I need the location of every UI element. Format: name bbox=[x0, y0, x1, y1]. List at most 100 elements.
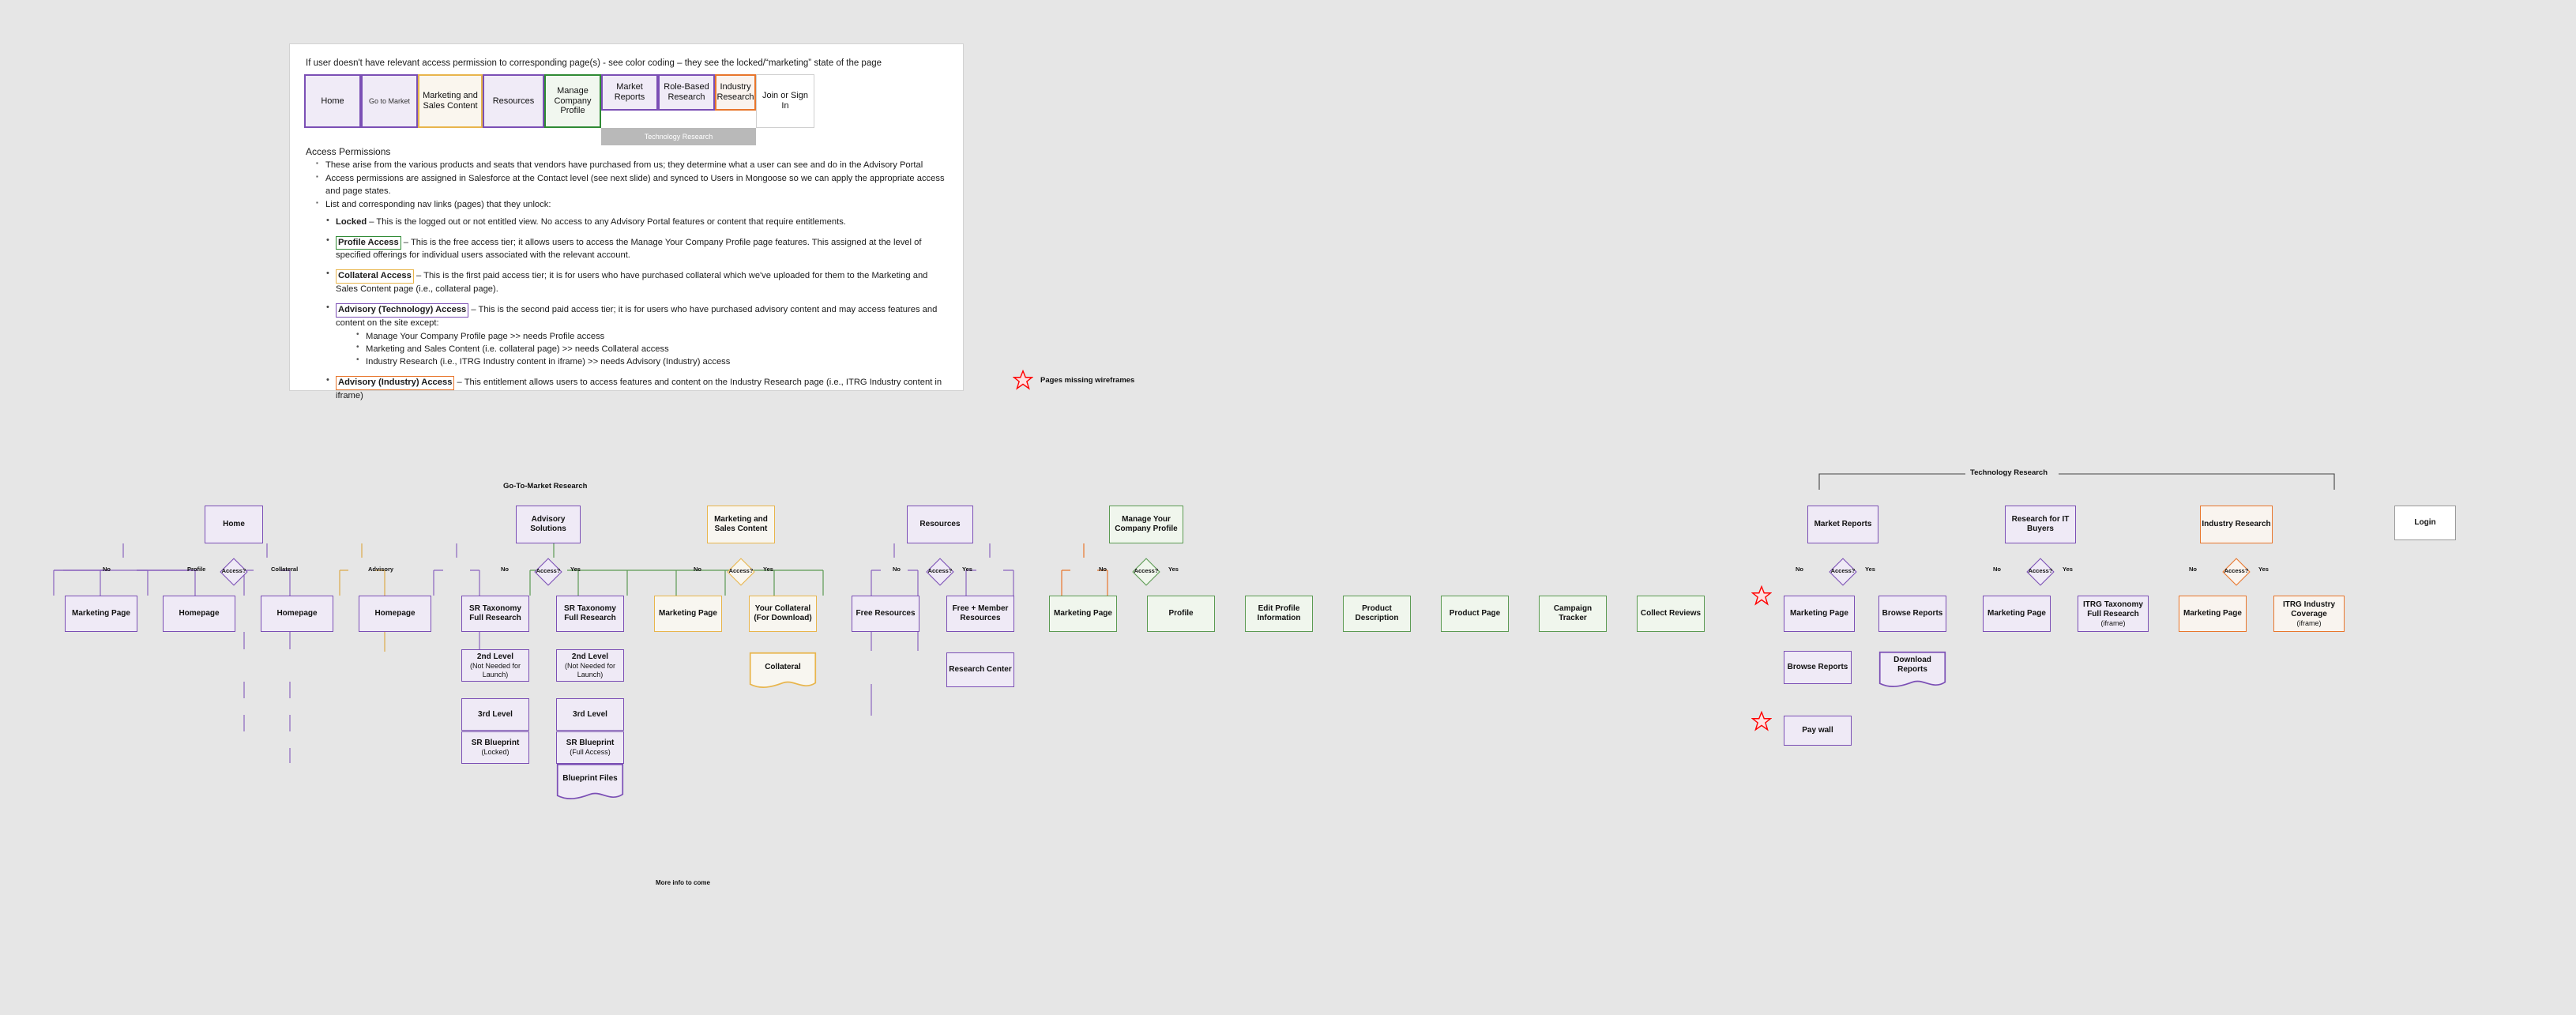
node-label: 2nd Level bbox=[571, 652, 609, 661]
tier-desc: – This is the first paid access tier; it… bbox=[336, 271, 928, 295]
nav-label: Industry Research bbox=[716, 82, 754, 102]
node-sublabel: (Not Needed for Launch) bbox=[564, 661, 616, 679]
nav-item-industry-research[interactable]: Industry Research bbox=[715, 74, 756, 111]
nav-item-marketing-and-sales-content[interactable]: Marketing and Sales Content bbox=[418, 74, 483, 128]
tier-tag-profile-access: Profile Access bbox=[336, 235, 401, 250]
list-item-collateral-access: Collateral Access – This is the first pa… bbox=[326, 268, 947, 296]
decision-label: Access? bbox=[728, 566, 754, 574]
decision-it-buyers-access[interactable]: Access? bbox=[2026, 558, 2055, 586]
decision-company-profile-access[interactable]: Access? bbox=[1132, 558, 1160, 586]
node-home-homepage-profile[interactable]: Homepage bbox=[163, 596, 235, 632]
node-label: Marketing Page bbox=[659, 609, 717, 618]
node-home-homepage-advisory[interactable]: Homepage bbox=[359, 596, 431, 632]
node-label: Edit Profile Information bbox=[1257, 604, 1301, 622]
node-sr-taxonomy-full-research-no[interactable]: SR Taxonomy Full Research bbox=[461, 596, 529, 632]
node-manage-your-company-profile[interactable]: Manage Your Company Profile bbox=[1109, 506, 1183, 543]
list-item-advisory-industry-access: Advisory (Industry) Access – This entitl… bbox=[326, 374, 947, 403]
node-gtm-2nd-level-full[interactable]: 2nd Level (Not Needed for Launch) bbox=[556, 649, 624, 682]
node-mr-browse-reports-yes[interactable]: Browse Reports bbox=[1878, 596, 1946, 632]
node-free-resources[interactable]: Free Resources bbox=[852, 596, 919, 632]
node-label: 2nd Level bbox=[476, 652, 514, 661]
nav-item-role-based-research[interactable]: Role-Based Research bbox=[658, 74, 715, 111]
decision-label: Access? bbox=[2028, 566, 2053, 574]
node-blueprint-files[interactable]: Blueprint Files bbox=[556, 763, 624, 801]
edge-label-resources-yes: Yes bbox=[962, 566, 972, 573]
node-label: Marketing Page bbox=[2183, 609, 2242, 618]
decision-market-reports-access[interactable]: Access? bbox=[1829, 558, 1857, 586]
node-label: Marketing Page bbox=[1987, 609, 2046, 618]
node-sr-blueprint-full-access[interactable]: SR Blueprint (Full Access) bbox=[556, 731, 624, 764]
node-gtm-3rd-level-full[interactable]: 3rd Level bbox=[556, 698, 624, 731]
node-mcp-marketing-page[interactable]: Marketing Page bbox=[1049, 596, 1117, 632]
list-item: Manage Your Company Profile page >> need… bbox=[356, 329, 947, 344]
technology-research-bracket bbox=[1818, 473, 2335, 490]
node-ind-marketing-page[interactable]: Marketing Page bbox=[2179, 596, 2247, 632]
node-sublabel: (Locked) bbox=[481, 748, 510, 757]
nav-label: Market Reports bbox=[614, 82, 645, 102]
node-sr-taxonomy-full-research-yes[interactable]: SR Taxonomy Full Research bbox=[556, 596, 624, 632]
node-label: Advisory Solutions bbox=[530, 515, 566, 533]
nav-item-manage-company-profile[interactable]: Manage Company Profile bbox=[544, 74, 601, 128]
nav-label: Role-Based Research bbox=[664, 82, 709, 102]
node-home-homepage-collateral[interactable]: Homepage bbox=[261, 596, 333, 632]
access-tier-list: Locked – This is the logged out or not e… bbox=[326, 215, 947, 403]
node-collect-reviews[interactable]: Collect Reviews bbox=[1637, 596, 1705, 632]
decision-marketing-sales-content-access[interactable]: Access? bbox=[727, 558, 755, 586]
nav-item-market-reports[interactable]: Market Reports bbox=[601, 74, 658, 111]
edge-label-home-no: No bbox=[103, 566, 111, 573]
node-msc-marketing-page[interactable]: Marketing Page bbox=[654, 596, 722, 632]
node-marketing-and-sales-content[interactable]: Marketing and Sales Content bbox=[707, 506, 775, 543]
node-download-reports[interactable]: Download Reports bbox=[1878, 651, 1946, 687]
nav-item-home[interactable]: Home bbox=[304, 74, 361, 128]
nav-item-go-to-market[interactable]: Go to Market bbox=[361, 74, 418, 128]
edge-label-mr-no: No bbox=[1796, 566, 1803, 573]
slide-intro-text: If user doesn't have relevant access per… bbox=[306, 58, 882, 68]
node-research-center[interactable]: Research Center bbox=[946, 652, 1014, 687]
node-label: Research for IT Buyers bbox=[2011, 515, 2070, 533]
nav-item-resources[interactable]: Resources bbox=[483, 74, 544, 128]
node-label: Homepage bbox=[276, 609, 318, 618]
node-itb-marketing-page[interactable]: Marketing Page bbox=[1983, 596, 2051, 632]
star-icon-pay-wall-missing-wireframe bbox=[1751, 711, 1772, 731]
nav-label: Join or Sign In bbox=[762, 91, 809, 111]
list-item: Industry Research (i.e., ITRG Industry c… bbox=[356, 355, 947, 369]
node-market-reports[interactable]: Market Reports bbox=[1807, 506, 1878, 543]
node-edit-profile-information[interactable]: Edit Profile Information bbox=[1245, 596, 1313, 632]
decision-industry-research-access[interactable]: Access? bbox=[2222, 558, 2251, 586]
advisory-exceptions-list: Manage Your Company Profile page >> need… bbox=[356, 329, 947, 369]
node-login[interactable]: Login bbox=[2394, 506, 2456, 540]
decision-gtm-access[interactable]: Access? bbox=[534, 558, 562, 586]
star-icon bbox=[1013, 370, 1033, 390]
node-product-description[interactable]: Product Description bbox=[1343, 596, 1411, 632]
node-pay-wall[interactable]: Pay wall bbox=[1784, 716, 1852, 746]
decision-home-access[interactable]: Access? bbox=[220, 558, 248, 586]
node-label: SR Blueprint bbox=[566, 739, 615, 748]
node-sr-blueprint-locked[interactable]: SR Blueprint (Locked) bbox=[461, 731, 529, 764]
node-resources[interactable]: Resources bbox=[907, 506, 973, 543]
node-industry-research[interactable]: Industry Research bbox=[2200, 506, 2273, 543]
node-home-marketing-page[interactable]: Marketing Page bbox=[65, 596, 137, 632]
decision-label: Access? bbox=[536, 566, 561, 574]
access-permissions-heading: Access Permissions bbox=[306, 146, 391, 157]
node-gtm-2nd-level-locked[interactable]: 2nd Level (Not Needed for Launch) bbox=[461, 649, 529, 682]
decision-label: Access? bbox=[927, 566, 953, 574]
note-more-info-to-come: More info to come bbox=[656, 879, 710, 886]
node-profile[interactable]: Profile bbox=[1147, 596, 1215, 632]
node-your-collateral-for-download[interactable]: Your Collateral (For Download) bbox=[749, 596, 817, 632]
node-mr-marketing-page[interactable]: Marketing Page bbox=[1784, 596, 1855, 632]
node-free-plus-member-resources[interactable]: Free + Member Resources bbox=[946, 596, 1014, 632]
decision-resources-access[interactable]: Access? bbox=[926, 558, 954, 586]
node-collateral-document[interactable]: Collateral bbox=[749, 652, 817, 690]
node-campaign-tracker[interactable]: Campaign Tracker bbox=[1539, 596, 1607, 632]
decision-label: Access? bbox=[221, 566, 246, 574]
node-home[interactable]: Home bbox=[205, 506, 263, 543]
tier-tag-locked: Locked bbox=[336, 216, 367, 227]
node-product-page[interactable]: Product Page bbox=[1441, 596, 1509, 632]
node-browse-reports[interactable]: Browse Reports bbox=[1784, 651, 1852, 684]
node-research-for-it-buyers[interactable]: Research for IT Buyers bbox=[2005, 506, 2076, 543]
node-itrg-industry-coverage[interactable]: ITRG Industry Coverage (iframe) bbox=[2273, 596, 2345, 632]
node-advisory-solutions[interactable]: Advisory Solutions bbox=[516, 506, 581, 543]
node-gtm-3rd-level-locked[interactable]: 3rd Level bbox=[461, 698, 529, 731]
nav-item-join-or-sign-in[interactable]: Join or Sign In bbox=[756, 74, 814, 128]
node-itrg-taxonomy-full-research[interactable]: ITRG Taxonomy Full Research (iframe) bbox=[2078, 596, 2149, 632]
